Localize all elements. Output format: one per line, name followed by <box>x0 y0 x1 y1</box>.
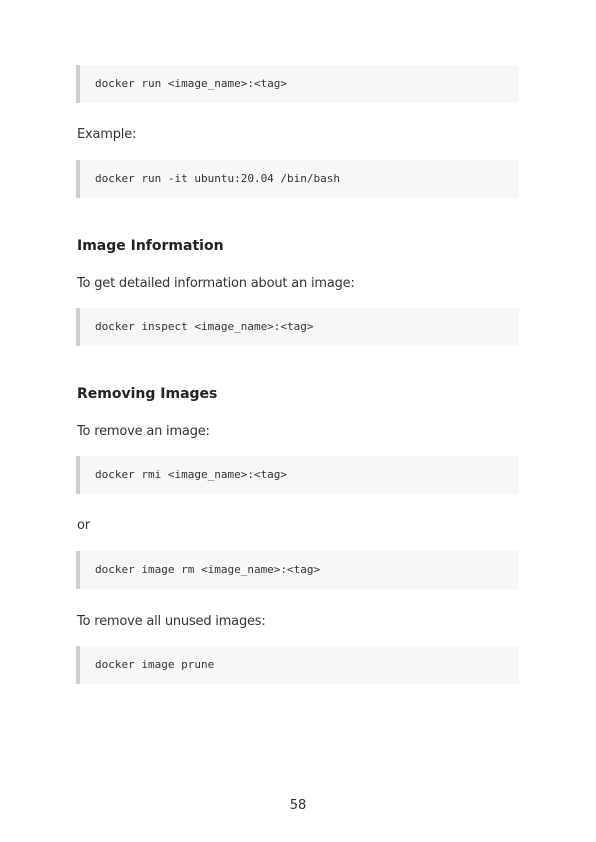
or-text: or <box>77 518 90 533</box>
prune-intro-text: To remove all unused images: <box>77 614 266 629</box>
inspect-intro-text: To get detailed information about an ima… <box>77 276 355 291</box>
code-block-docker-run: docker run <image_name>:<tag> <box>76 65 519 103</box>
remove-intro-text: To remove an image: <box>77 424 210 439</box>
code-block-docker-run-example: docker run -it ubuntu:20.04 /bin/bash <box>76 160 519 198</box>
example-label: Example: <box>77 127 137 142</box>
section-heading-removing-images: Removing Images <box>77 386 218 402</box>
code-block-docker-image-prune: docker image prune <box>76 646 519 684</box>
code-block-docker-inspect: docker inspect <image_name>:<tag> <box>76 308 519 346</box>
section-heading-image-information: Image Information <box>77 238 224 254</box>
page-number: 58 <box>289 798 307 813</box>
code-block-docker-image-rm: docker image rm <image_name>:<tag> <box>76 551 519 589</box>
document-page: docker run <image_name>:<tag> Example: d… <box>0 0 596 842</box>
code-block-docker-rmi: docker rmi <image_name>:<tag> <box>76 456 519 494</box>
